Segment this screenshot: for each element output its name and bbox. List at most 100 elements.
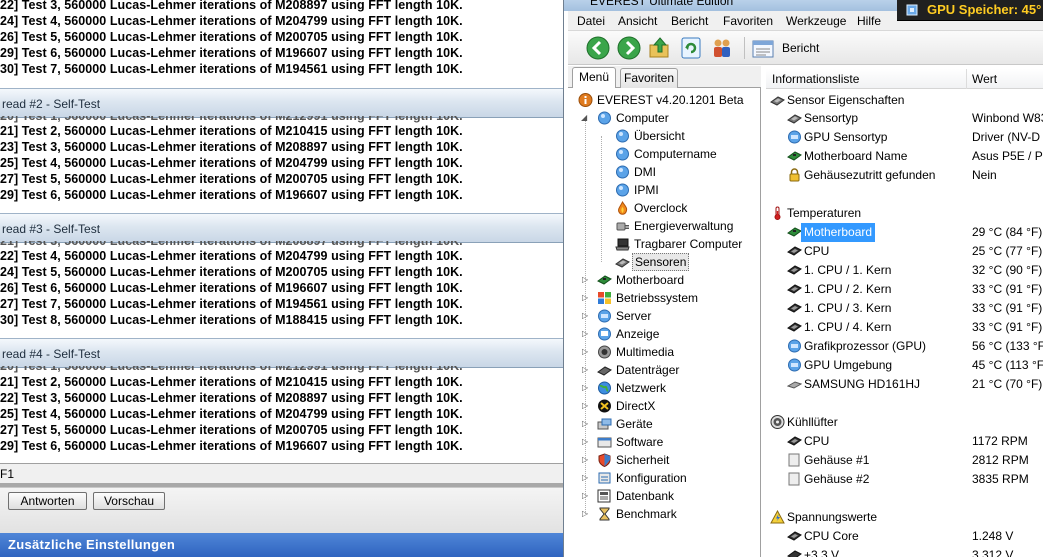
expand-arrow-icon[interactable]: ▷	[582, 343, 588, 361]
flame-icon	[618, 201, 628, 215]
row-field: GPU Sensortyp	[804, 130, 888, 144]
row-value: 2812 RPM	[972, 453, 1029, 467]
row-value: Nein	[972, 168, 997, 182]
list-row[interactable]: 1. CPU / 4. Kern 33 °C (91 °F)	[766, 318, 1043, 337]
expand-arrow-icon[interactable]: ▷	[582, 397, 588, 415]
menu-ansicht[interactable]: Ansicht	[618, 13, 657, 29]
column-header-field[interactable]: Informationsliste	[772, 69, 859, 89]
thread-3-header[interactable]: read #3 - Self-Test	[0, 213, 563, 243]
motherboard-icon	[787, 227, 802, 237]
log-line: 29] Test 6, 560000 Lucas-Lehmer iteratio…	[0, 439, 463, 453]
list-row[interactable]: Grafikprozessor (GPU) 56 °C (133 °F	[766, 337, 1043, 356]
expand-arrow-icon[interactable]: ▷	[582, 415, 588, 433]
cpu-icon	[787, 322, 802, 332]
row-field: CPU	[804, 434, 830, 448]
row-value: Asus P5E / P5	[972, 149, 1043, 163]
list-row[interactable]: CPU Core 1.248 V	[766, 527, 1043, 546]
log-line: 25] Test 4, 560000 Lucas-Lehmer iteratio…	[0, 156, 463, 170]
list-row[interactable]: +3.3 V 3.312 V	[766, 546, 1043, 557]
collapse-arrow-icon[interactable]: ◢	[581, 109, 587, 127]
thread-2-header[interactable]: read #2 - Self-Test	[0, 88, 563, 118]
row-field: Motherboard Name	[804, 149, 908, 163]
tree-label: Motherboard	[616, 273, 685, 287]
list-row[interactable]: Gehäuse #1 2812 RPM	[766, 451, 1043, 470]
tree-label: DirectX	[616, 399, 656, 413]
list-row[interactable]: GPU Umgebung 45 °C (113 °F	[766, 356, 1043, 375]
expand-arrow-icon[interactable]: ▷	[582, 325, 588, 343]
refresh-icon[interactable]	[679, 36, 703, 60]
list-row[interactable]: GPU Sensortyp Driver (NV-D	[766, 128, 1043, 147]
cpu-icon	[787, 246, 802, 256]
list-row[interactable]: Gehäuse #2 3835 RPM	[766, 470, 1043, 489]
log-line: 29] Test 6, 560000 Lucas-Lehmer iteratio…	[0, 46, 463, 60]
back-icon[interactable]	[586, 36, 610, 60]
list-row-selected[interactable]: Motherboard 29 °C (84 °F)	[766, 223, 1043, 242]
list-row[interactable]: Gehäusezutritt gefunden Nein	[766, 166, 1043, 185]
cpu-icon	[787, 284, 802, 294]
list-row[interactable]: Motherboard Name Asus P5E / P5	[766, 147, 1043, 166]
thread-4-header[interactable]: read #4 - Self-Test	[0, 338, 563, 368]
log-line: 26] Test 6, 560000 Lucas-Lehmer iteratio…	[0, 281, 463, 295]
computer-icon	[616, 129, 629, 143]
tree-label: Sicherheit	[616, 453, 670, 467]
preview-button[interactable]: Vorschau	[93, 492, 165, 510]
users-icon[interactable]	[710, 36, 734, 60]
expand-arrow-icon[interactable]: ▷	[582, 271, 588, 289]
group-fans[interactable]: Kühllüfter	[766, 413, 1043, 432]
forward-icon[interactable]	[617, 36, 641, 60]
toolbar-separator	[744, 37, 745, 59]
menu-favoriten[interactable]: Favoriten	[723, 13, 773, 29]
group-sensor-properties[interactable]: Sensor Eigenschaften	[766, 91, 1043, 110]
row-value: 33 °C (91 °F)	[972, 282, 1043, 296]
expand-arrow-icon[interactable]: ▷	[582, 505, 588, 523]
config-icon	[598, 472, 611, 484]
group-temperatures[interactable]: Temperaturen	[766, 204, 1043, 223]
list-row[interactable]: 1. CPU / 2. Kern 33 °C (91 °F)	[766, 280, 1043, 299]
tree-label: Energieverwaltung	[634, 219, 734, 233]
row-field: Motherboard	[801, 223, 876, 242]
row-value: 3835 RPM	[972, 472, 1029, 486]
info-icon	[578, 93, 593, 107]
expand-arrow-icon[interactable]: ▷	[582, 451, 588, 469]
expand-arrow-icon[interactable]: ▷	[582, 487, 588, 505]
tab-menu[interactable]: Menü	[572, 67, 616, 88]
cpu-icon	[787, 436, 802, 446]
menu-hilfe[interactable]: Hilfe	[857, 13, 881, 29]
folder-up-icon[interactable]	[648, 36, 672, 60]
cpu-icon	[787, 303, 802, 313]
laptop-icon	[615, 238, 630, 251]
list-row[interactable]: CPU 1172 RPM	[766, 432, 1043, 451]
list-row[interactable]: 1. CPU / 1. Kern 32 °C (90 °F)	[766, 261, 1043, 280]
tab-favorites[interactable]: Favoriten	[620, 68, 678, 88]
list-row[interactable]: CPU 25 °C (77 °F)	[766, 242, 1043, 261]
expand-arrow-icon[interactable]: ▷	[582, 307, 588, 325]
column-divider[interactable]	[966, 69, 967, 89]
group-label: Kühllüfter	[787, 415, 838, 429]
row-field: Grafikprozessor (GPU)	[804, 339, 927, 353]
log-line: 25] Test 4, 560000 Lucas-Lehmer iteratio…	[0, 407, 463, 421]
list-row[interactable]: SAMSUNG HD161HJ 21 °C (70 °F)	[766, 375, 1043, 394]
list-row[interactable]: 1. CPU / 3. Kern 33 °C (91 °F)	[766, 299, 1043, 318]
group-voltages[interactable]: Spannungswerte	[766, 508, 1043, 527]
reply-button[interactable]: Antworten	[8, 492, 87, 510]
computer-icon	[598, 111, 611, 125]
menu-bericht[interactable]: Bericht	[671, 13, 708, 29]
tree-label: Übersicht	[634, 129, 685, 143]
expand-arrow-icon[interactable]: ▷	[582, 433, 588, 451]
expand-arrow-icon[interactable]: ▷	[582, 289, 588, 307]
log-line: 22] Test 3, 560000 Lucas-Lehmer iteratio…	[0, 391, 463, 405]
column-header-value[interactable]: Wert	[972, 69, 997, 89]
log-line: 22] Test 3, 560000 Lucas-Lehmer iteratio…	[0, 0, 463, 12]
display-icon	[598, 327, 611, 341]
expand-arrow-icon[interactable]: ▷	[582, 361, 588, 379]
menu-datei[interactable]: Datei	[577, 13, 605, 29]
expand-arrow-icon[interactable]: ▷	[582, 379, 588, 397]
tree-label: Overclock	[634, 201, 688, 215]
extra-settings-header[interactable]: Zusätzliche Einstellungen	[0, 533, 563, 557]
log-line: 27] Test 5, 560000 Lucas-Lehmer iteratio…	[0, 423, 463, 437]
list-row[interactable]: Sensortyp Winbond W83	[766, 109, 1043, 128]
sensor-list: Informationsliste Wert Sensor Eigenschaf…	[766, 66, 1043, 557]
menu-werkzeuge[interactable]: Werkzeuge	[786, 13, 846, 29]
log-line: 24] Test 5, 560000 Lucas-Lehmer iteratio…	[0, 265, 463, 279]
expand-arrow-icon[interactable]: ▷	[582, 469, 588, 487]
